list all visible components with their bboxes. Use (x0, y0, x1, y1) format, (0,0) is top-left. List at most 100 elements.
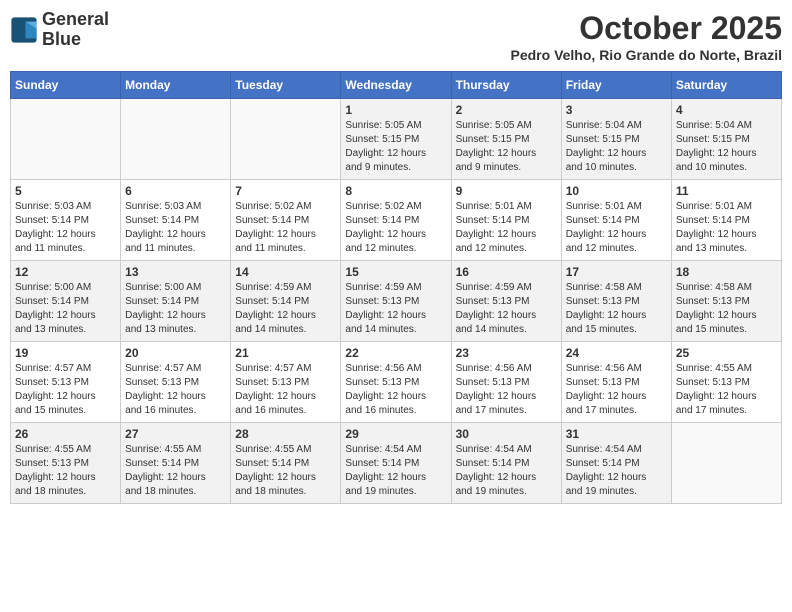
day-header-thursday: Thursday (451, 72, 561, 99)
day-number: 25 (676, 346, 777, 360)
day-info: Sunrise: 5:02 AM Sunset: 5:14 PM Dayligh… (235, 200, 336, 256)
day-info: Sunrise: 4:56 AM Sunset: 5:13 PM Dayligh… (456, 362, 557, 418)
day-number: 18 (676, 265, 777, 279)
day-header-saturday: Saturday (671, 72, 781, 99)
day-info: Sunrise: 4:55 AM Sunset: 5:13 PM Dayligh… (15, 443, 116, 499)
calendar-week-1: 1 Sunrise: 5:05 AM Sunset: 5:15 PM Daylig… (11, 99, 782, 180)
calendar-cell: 2 Sunrise: 5:05 AM Sunset: 5:15 PM Daylig… (451, 99, 561, 180)
calendar-cell: 12 Sunrise: 5:00 AM Sunset: 5:14 PM Dayli… (11, 261, 121, 342)
calendar-cell: 15 Sunrise: 4:59 AM Sunset: 5:13 PM Dayli… (341, 261, 451, 342)
day-info: Sunrise: 4:57 AM Sunset: 5:13 PM Dayligh… (15, 362, 116, 418)
day-number: 22 (345, 346, 446, 360)
day-info: Sunrise: 4:58 AM Sunset: 5:13 PM Dayligh… (676, 281, 777, 337)
day-info: Sunrise: 4:57 AM Sunset: 5:13 PM Dayligh… (125, 362, 226, 418)
logo-icon (10, 16, 38, 44)
calendar-cell (671, 423, 781, 504)
calendar-cell: 23 Sunrise: 4:56 AM Sunset: 5:13 PM Dayli… (451, 342, 561, 423)
day-info: Sunrise: 5:00 AM Sunset: 5:14 PM Dayligh… (15, 281, 116, 337)
calendar-cell: 8 Sunrise: 5:02 AM Sunset: 5:14 PM Daylig… (341, 180, 451, 261)
day-info: Sunrise: 4:54 AM Sunset: 5:14 PM Dayligh… (345, 443, 446, 499)
calendar-cell: 29 Sunrise: 4:54 AM Sunset: 5:14 PM Dayli… (341, 423, 451, 504)
calendar-week-4: 19 Sunrise: 4:57 AM Sunset: 5:13 PM Dayli… (11, 342, 782, 423)
calendar-cell: 18 Sunrise: 4:58 AM Sunset: 5:13 PM Dayli… (671, 261, 781, 342)
calendar-cell: 14 Sunrise: 4:59 AM Sunset: 5:14 PM Dayli… (231, 261, 341, 342)
calendar-cell: 11Sunrise: 5:01 AM Sunset: 5:14 PM Dayli… (671, 180, 781, 261)
day-info: Sunrise: 4:59 AM Sunset: 5:14 PM Dayligh… (235, 281, 336, 337)
day-number: 14 (235, 265, 336, 279)
title-block: October 2025 Pedro Velho, Rio Grande do … (511, 10, 783, 63)
day-info: Sunrise: 5:03 AM Sunset: 5:14 PM Dayligh… (15, 200, 116, 256)
day-info: Sunrise: 4:56 AM Sunset: 5:13 PM Dayligh… (345, 362, 446, 418)
day-info: Sunrise: 4:55 AM Sunset: 5:14 PM Dayligh… (235, 443, 336, 499)
calendar-cell: 7 Sunrise: 5:02 AM Sunset: 5:14 PM Daylig… (231, 180, 341, 261)
day-info: Sunrise: 5:04 AM Sunset: 5:15 PM Dayligh… (676, 119, 777, 175)
day-number: 20 (125, 346, 226, 360)
day-header-monday: Monday (121, 72, 231, 99)
day-number: 5 (15, 184, 116, 198)
day-number: 29 (345, 427, 446, 441)
day-info: Sunrise: 5:02 AM Sunset: 5:14 PM Dayligh… (345, 200, 446, 256)
calendar-cell: 16Sunrise: 4:59 AM Sunset: 5:13 PM Dayli… (451, 261, 561, 342)
day-header-wednesday: Wednesday (341, 72, 451, 99)
month-title: October 2025 (511, 10, 783, 47)
day-header-friday: Friday (561, 72, 671, 99)
calendar-cell (11, 99, 121, 180)
day-number: 16 (456, 265, 557, 279)
calendar-cell: 26 Sunrise: 4:55 AM Sunset: 5:13 PM Dayli… (11, 423, 121, 504)
day-header-sunday: Sunday (11, 72, 121, 99)
day-number: 28 (235, 427, 336, 441)
calendar-cell: 28 Sunrise: 4:55 AM Sunset: 5:14 PM Dayli… (231, 423, 341, 504)
day-number: 26 (15, 427, 116, 441)
day-number: 3 (566, 103, 667, 117)
calendar-cell: 17 Sunrise: 4:58 AM Sunset: 5:13 PM Dayli… (561, 261, 671, 342)
calendar-cell: 10 Sunrise: 5:01 AM Sunset: 5:14 PM Dayli… (561, 180, 671, 261)
logo-text: General Blue (42, 10, 109, 50)
day-header-tuesday: Tuesday (231, 72, 341, 99)
day-info: Sunrise: 4:55 AM Sunset: 5:14 PM Dayligh… (125, 443, 226, 499)
calendar-cell: 1Sunrise: 5:05 AM Sunset: 5:15 PM Daylig… (341, 99, 451, 180)
day-info: Sunrise: 5:00 AM Sunset: 5:14 PM Dayligh… (125, 281, 226, 337)
calendar-week-2: 5 Sunrise: 5:03 AM Sunset: 5:14 PM Daylig… (11, 180, 782, 261)
calendar-cell: 3Sunrise: 5:04 AM Sunset: 5:15 PM Daylig… (561, 99, 671, 180)
day-info: Sunrise: 4:59 AM Sunset: 5:13 PM Dayligh… (345, 281, 446, 337)
calendar-cell: 21Sunrise: 4:57 AM Sunset: 5:13 PM Dayli… (231, 342, 341, 423)
calendar-cell: 22 Sunrise: 4:56 AM Sunset: 5:13 PM Dayli… (341, 342, 451, 423)
calendar-cell: 20 Sunrise: 4:57 AM Sunset: 5:13 PM Dayli… (121, 342, 231, 423)
day-info: Sunrise: 4:57 AM Sunset: 5:13 PM Dayligh… (235, 362, 336, 418)
day-number: 17 (566, 265, 667, 279)
day-number: 31 (566, 427, 667, 441)
calendar-cell: 6Sunrise: 5:03 AM Sunset: 5:14 PM Daylig… (121, 180, 231, 261)
calendar-cell: 5 Sunrise: 5:03 AM Sunset: 5:14 PM Daylig… (11, 180, 121, 261)
day-number: 23 (456, 346, 557, 360)
day-number: 2 (456, 103, 557, 117)
day-info: Sunrise: 5:01 AM Sunset: 5:14 PM Dayligh… (566, 200, 667, 256)
day-number: 7 (235, 184, 336, 198)
calendar-cell: 4Sunrise: 5:04 AM Sunset: 5:15 PM Daylig… (671, 99, 781, 180)
day-info: Sunrise: 5:05 AM Sunset: 5:15 PM Dayligh… (456, 119, 557, 175)
calendar-header-row: SundayMondayTuesdayWednesdayThursdayFrid… (11, 72, 782, 99)
day-number: 1 (345, 103, 446, 117)
day-info: Sunrise: 4:58 AM Sunset: 5:13 PM Dayligh… (566, 281, 667, 337)
calendar-cell: 30 Sunrise: 4:54 AM Sunset: 5:14 PM Dayli… (451, 423, 561, 504)
day-info: Sunrise: 4:56 AM Sunset: 5:13 PM Dayligh… (566, 362, 667, 418)
calendar-table: SundayMondayTuesdayWednesdayThursdayFrid… (10, 71, 782, 504)
day-number: 9 (456, 184, 557, 198)
location: Pedro Velho, Rio Grande do Norte, Brazil (511, 47, 783, 63)
day-number: 8 (345, 184, 446, 198)
day-info: Sunrise: 5:01 AM Sunset: 5:14 PM Dayligh… (456, 200, 557, 256)
calendar-cell: 24Sunrise: 4:56 AM Sunset: 5:13 PM Dayli… (561, 342, 671, 423)
day-number: 11 (676, 184, 777, 198)
day-number: 10 (566, 184, 667, 198)
day-number: 19 (15, 346, 116, 360)
day-number: 15 (345, 265, 446, 279)
calendar-cell (121, 99, 231, 180)
day-info: Sunrise: 4:54 AM Sunset: 5:14 PM Dayligh… (456, 443, 557, 499)
logo: General Blue (10, 10, 109, 50)
calendar-cell: 9 Sunrise: 5:01 AM Sunset: 5:14 PM Daylig… (451, 180, 561, 261)
day-number: 12 (15, 265, 116, 279)
day-number: 30 (456, 427, 557, 441)
day-number: 6 (125, 184, 226, 198)
calendar-cell: 27Sunrise: 4:55 AM Sunset: 5:14 PM Dayli… (121, 423, 231, 504)
calendar-cell: 13Sunrise: 5:00 AM Sunset: 5:14 PM Dayli… (121, 261, 231, 342)
calendar-cell: 19 Sunrise: 4:57 AM Sunset: 5:13 PM Dayli… (11, 342, 121, 423)
